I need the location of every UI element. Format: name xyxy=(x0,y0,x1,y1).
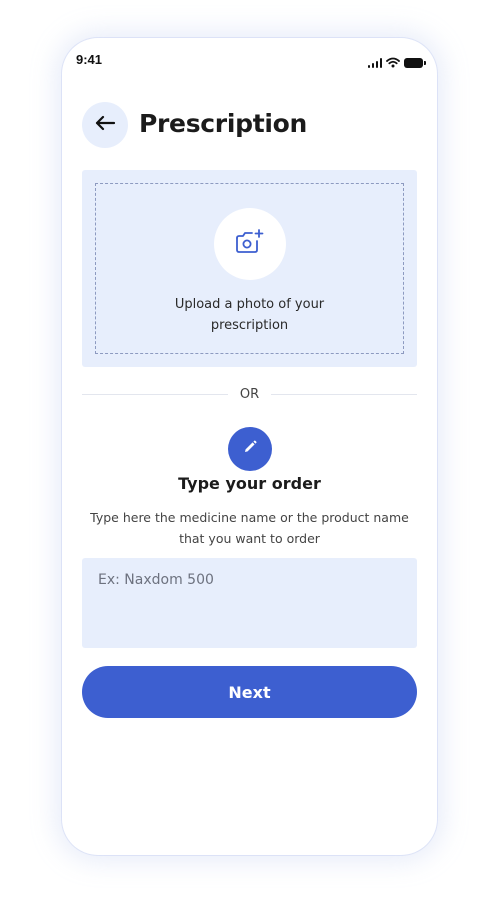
upload-prescription-dropzone[interactable]: Upload a photo of your prescription xyxy=(95,183,404,354)
or-divider: OR xyxy=(82,384,418,404)
camera-plus-icon xyxy=(234,228,266,260)
arrow-left-icon xyxy=(94,115,116,135)
camera-button[interactable] xyxy=(213,208,286,280)
status-icons xyxy=(367,53,426,72)
divider-line-right xyxy=(271,393,418,395)
page-header: Prescription xyxy=(82,102,417,148)
phone-screen: 9:41 Prescription Upload a photo of your… xyxy=(62,38,437,855)
or-label: OR xyxy=(239,386,260,402)
type-order-title: Type your order xyxy=(178,474,321,493)
next-button[interactable]: Next xyxy=(82,666,417,718)
order-input[interactable] xyxy=(82,558,417,648)
wifi-icon xyxy=(386,53,400,72)
pencil-badge xyxy=(228,427,272,471)
signal-icon xyxy=(367,57,382,68)
back-button[interactable] xyxy=(82,102,128,148)
divider-line-left xyxy=(82,393,228,395)
status-bar: 9:41 xyxy=(62,38,437,82)
upload-card: Upload a photo of your prescription xyxy=(82,170,417,367)
status-time: 9:41 xyxy=(76,52,103,67)
upload-label: Upload a photo of your prescription xyxy=(174,297,325,333)
pencil-icon xyxy=(242,439,258,459)
type-order-description: Type here the medicine name or the produ… xyxy=(90,510,409,546)
page-title: Prescription xyxy=(139,109,307,138)
battery-icon xyxy=(404,57,426,68)
